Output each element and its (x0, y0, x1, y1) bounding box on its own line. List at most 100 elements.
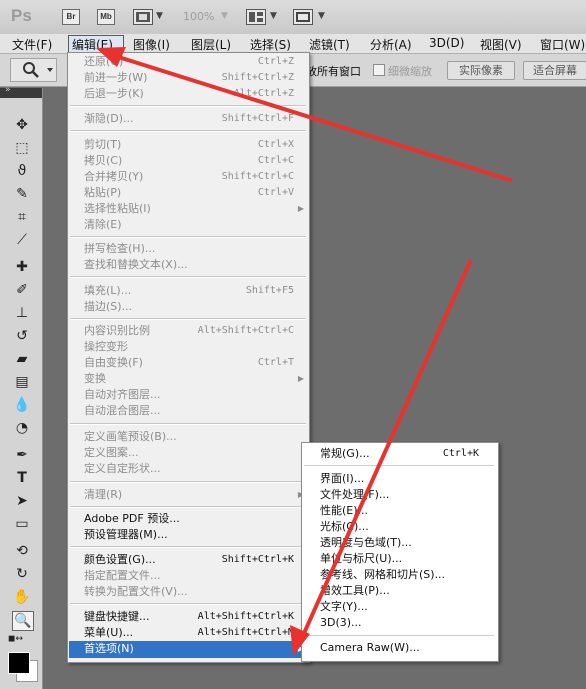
menu-item-copy-merged[interactable]: 合并拷贝(Y) Shift+Ctrl+C (84, 169, 304, 185)
gradient-tool-icon[interactable]: ▤ (12, 373, 32, 391)
menu-item-step-backward[interactable]: 后退一步(K) Alt+Ctrl+Z (84, 86, 304, 102)
menu-item-auto-align-layers[interactable]: 自动对齐图层... (84, 387, 304, 403)
lasso-tool-icon[interactable]: ϑ (12, 162, 32, 180)
menu-item-paste[interactable]: 粘贴(P) Ctrl+V (84, 185, 304, 201)
marquee-tool-icon[interactable]: ⬚ (12, 139, 32, 157)
menu-item-assign-profile[interactable]: 指定配置文件... (84, 568, 304, 584)
menu-analysis[interactable]: 分析(A) (370, 36, 412, 53)
menu-item-transform[interactable]: 变换 ▶ (84, 371, 304, 387)
menu-item-menus[interactable]: 菜单(U)... Alt+Shift+Ctrl+M (84, 625, 304, 641)
menu-layer[interactable]: 图层(L) (191, 36, 231, 53)
menu-item-find-replace[interactable]: 查找和替换文本(X)... (84, 257, 304, 273)
menu-item-check-spelling[interactable]: 拼写检查(H)... (84, 241, 304, 257)
default-colors-icon[interactable]: ◼↔ (8, 634, 23, 644)
menu-edit[interactable]: 编辑(E) (72, 36, 113, 53)
blur-tool-icon[interactable]: 💧 (12, 396, 32, 414)
move-tool-icon[interactable]: ✥ (12, 116, 32, 134)
menu-item-define-pattern[interactable]: 定义图案... (84, 445, 304, 461)
photoshop-logo: Ps (11, 6, 32, 25)
arrange-documents-button[interactable] (246, 9, 266, 25)
menu-item-step-forward[interactable]: 前进一步(W) Shift+Ctrl+Z (84, 70, 304, 86)
shape-tool-icon[interactable]: ▭ (12, 515, 32, 533)
pen-tool-icon[interactable]: ✒ (12, 446, 32, 464)
chevron-down-icon[interactable]: ▼ (270, 11, 277, 21)
collapse-icon[interactable]: » (5, 85, 11, 95)
mini-bridge-button[interactable]: Mb (97, 9, 115, 25)
submenu-item-interface[interactable]: 界面(I)... (320, 471, 495, 487)
menu-item-clear[interactable]: 清除(E) (84, 217, 304, 233)
menu-item-auto-blend-layers[interactable]: 自动混合图层... (84, 403, 304, 419)
fit-all-windows-label[interactable]: 放所有窗口 (306, 63, 361, 79)
submenu-item-3d[interactable]: 3D(3)... (320, 615, 495, 631)
view-extras-button[interactable] (133, 9, 153, 25)
eyedropper-tool-icon[interactable]: ⟋ (12, 231, 32, 249)
menu-item-free-transform[interactable]: 自由变换(F) Ctrl+T (84, 355, 304, 371)
menu-item-define-shape[interactable]: 定义自定形状... (84, 461, 304, 477)
submenu-item-file-handling[interactable]: 文件处理(F)... (320, 487, 495, 503)
menu-filter[interactable]: 滤镜(T) (309, 36, 350, 53)
menu-item-copy[interactable]: 拷贝(C) Ctrl+C (84, 153, 304, 169)
submenu-item-general[interactable]: 常规(G)... Ctrl+K (320, 446, 495, 462)
screen-mode-icon (296, 12, 310, 22)
submenu-item-transparency[interactable]: 透明度与色域(T)... (320, 535, 495, 551)
menu-item-stroke[interactable]: 描边(S)... (84, 299, 304, 315)
menu-separator (304, 465, 494, 466)
bridge-button[interactable]: Br (62, 9, 80, 25)
menu-separator (70, 423, 306, 425)
clone-stamp-tool-icon[interactable]: ⊥ (12, 304, 32, 322)
menu-item-purge[interactable]: 清理(R)▶ (84, 487, 304, 503)
menu-item-define-brush[interactable]: 定义画笔预设(B)... (84, 429, 304, 445)
menu-item-keyboard-shortcuts[interactable]: 键盘快捷键... Alt+Shift+Ctrl+K (84, 609, 304, 625)
menu-item-pdf-presets[interactable]: Adobe PDF 预设... (84, 511, 304, 527)
scrubby-zoom-checkbox[interactable] (373, 64, 385, 76)
foreground-color-swatch[interactable] (8, 652, 30, 674)
submenu-item-guides-grid[interactable]: 参考线、网格和切片(S)... (320, 567, 495, 583)
menu-item-fill[interactable]: 填充(L)... Shift+F5 (84, 283, 304, 299)
toolbox-header[interactable]: » (0, 85, 42, 98)
healing-brush-tool-icon[interactable]: ✚ (12, 258, 32, 276)
menu-select[interactable]: 选择(S) (250, 36, 291, 53)
submenu-item-type[interactable]: 文字(Y)... (320, 599, 495, 615)
3d-rotate-tool-icon[interactable]: ⟲ (12, 542, 32, 560)
path-select-tool-icon[interactable]: ➤ (12, 492, 32, 510)
chevron-down-icon[interactable]: ▼ (156, 11, 163, 21)
actual-pixels-button[interactable]: 实际像素 (447, 61, 515, 80)
chevron-down-icon[interactable]: ▼ (221, 11, 228, 21)
zoom-level-field[interactable]: 100% (183, 10, 214, 23)
menu-item-puppet-warp[interactable]: 操控变形 (84, 339, 304, 355)
menu-item-color-settings[interactable]: 颜色设置(G)... Shift+Ctrl+K (84, 552, 304, 568)
tool-preset-picker[interactable] (10, 58, 57, 82)
submenu-item-plugins[interactable]: 增效工具(P)... (320, 583, 495, 599)
submenu-arrow-icon: ▶ (297, 204, 304, 213)
menu-file[interactable]: 文件(F) (12, 36, 52, 53)
submenu-item-units-rulers[interactable]: 单位与标尺(U)... (320, 551, 495, 567)
fit-screen-button[interactable]: 适合屏幕 (523, 61, 586, 80)
brush-tool-icon[interactable]: ✐ (12, 281, 32, 299)
menu-item-preset-manager[interactable]: 预设管理器(M)... (84, 527, 304, 543)
menu-item-content-aware-scale[interactable]: 内容识别比例 Alt+Shift+Ctrl+C (84, 323, 304, 339)
menu-item-convert-profile[interactable]: 转换为配置文件(V)... (84, 584, 304, 600)
menu-item-preferences[interactable]: 首选项(N)▶ (69, 641, 307, 658)
menu-item-undo[interactable]: 还原(O) Ctrl+Z (84, 54, 304, 70)
menu-item-paste-special[interactable]: 选择性粘贴(I) ▶ (84, 201, 304, 217)
quick-select-tool-icon[interactable]: ✎ (12, 185, 32, 203)
chevron-down-icon[interactable]: ▼ (318, 11, 325, 21)
screen-mode-button[interactable] (293, 9, 313, 25)
eraser-tool-icon[interactable]: ▰ (12, 350, 32, 368)
zoom-tool-icon[interactable]: 🔍 (12, 611, 34, 631)
history-brush-tool-icon[interactable]: ↺ (12, 327, 32, 345)
dodge-tool-icon[interactable]: ◔ (12, 419, 32, 437)
hand-tool-icon[interactable]: ✋ (12, 588, 32, 606)
type-tool-icon[interactable]: T (12, 469, 32, 487)
menu-image[interactable]: 图像(I) (133, 36, 170, 53)
3d-orbit-tool-icon[interactable]: ↻ (12, 565, 32, 583)
submenu-item-cursors[interactable]: 光标(C)... (320, 519, 495, 535)
menu-3d[interactable]: 3D(D) (429, 36, 464, 50)
menu-view[interactable]: 视图(V) (480, 36, 522, 53)
menu-window[interactable]: 窗口(W) (540, 36, 585, 53)
menu-item-fade[interactable]: 渐隐(D)... Shift+Ctrl+F (84, 111, 304, 127)
menu-item-cut[interactable]: 剪切(T) Ctrl+X (84, 137, 304, 153)
submenu-item-camera-raw[interactable]: Camera Raw(W)... (320, 640, 495, 656)
submenu-item-performance[interactable]: 性能(E)... (320, 503, 495, 519)
crop-tool-icon[interactable]: ⌗ (12, 208, 32, 226)
